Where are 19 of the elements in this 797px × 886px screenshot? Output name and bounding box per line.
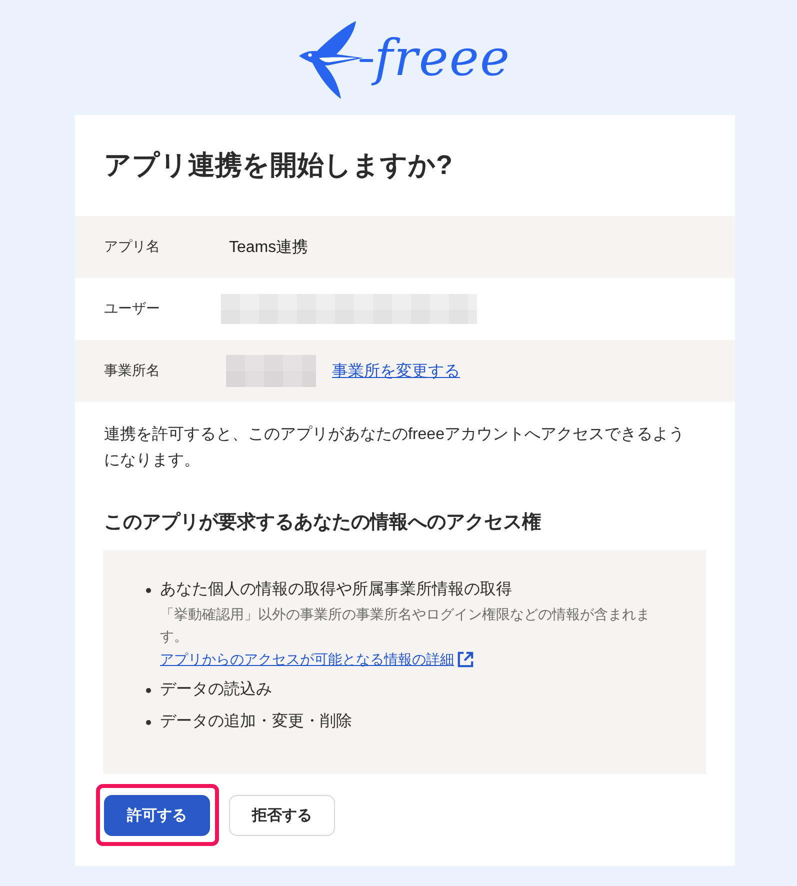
permission-note: 「挙動確認用」以外の事業所の事業所名やログイン権限などの情報が含まれます。	[160, 605, 651, 646]
bullet-icon	[146, 720, 151, 725]
description-text: 連携を許可すると、このアプリがあなたのfreeeアカウントへアクセスできるようになります。	[103, 424, 686, 471]
permission-text: データの読込み	[160, 680, 273, 700]
permission-text: あなた個人の情報の取得や所属事業所情報の取得	[160, 580, 513, 600]
detail-value: Teams連携	[229, 238, 308, 258]
allow-button[interactable]: 許可する	[104, 795, 210, 836]
detail-label: 事業所名	[104, 362, 161, 380]
change-office-link[interactable]: 事業所を変更する	[332, 360, 460, 382]
detail-label: アプリ名	[104, 238, 161, 256]
access-heading: このアプリが要求するあなたの情報へのアクセス権	[103, 510, 542, 535]
deny-button[interactable]: 拒否する	[229, 795, 335, 836]
details-link[interactable]: アプリからのアクセスが可能となる情報の詳細	[160, 647, 474, 671]
permission-text: データの追加・変更・削除	[160, 712, 353, 732]
dialog-title: アプリ連携を開始しますか?	[103, 149, 454, 182]
bullet-icon	[146, 688, 151, 693]
detail-label: ユーザー	[104, 300, 161, 318]
external-link-icon	[457, 650, 474, 668]
bullet-icon	[146, 588, 151, 593]
